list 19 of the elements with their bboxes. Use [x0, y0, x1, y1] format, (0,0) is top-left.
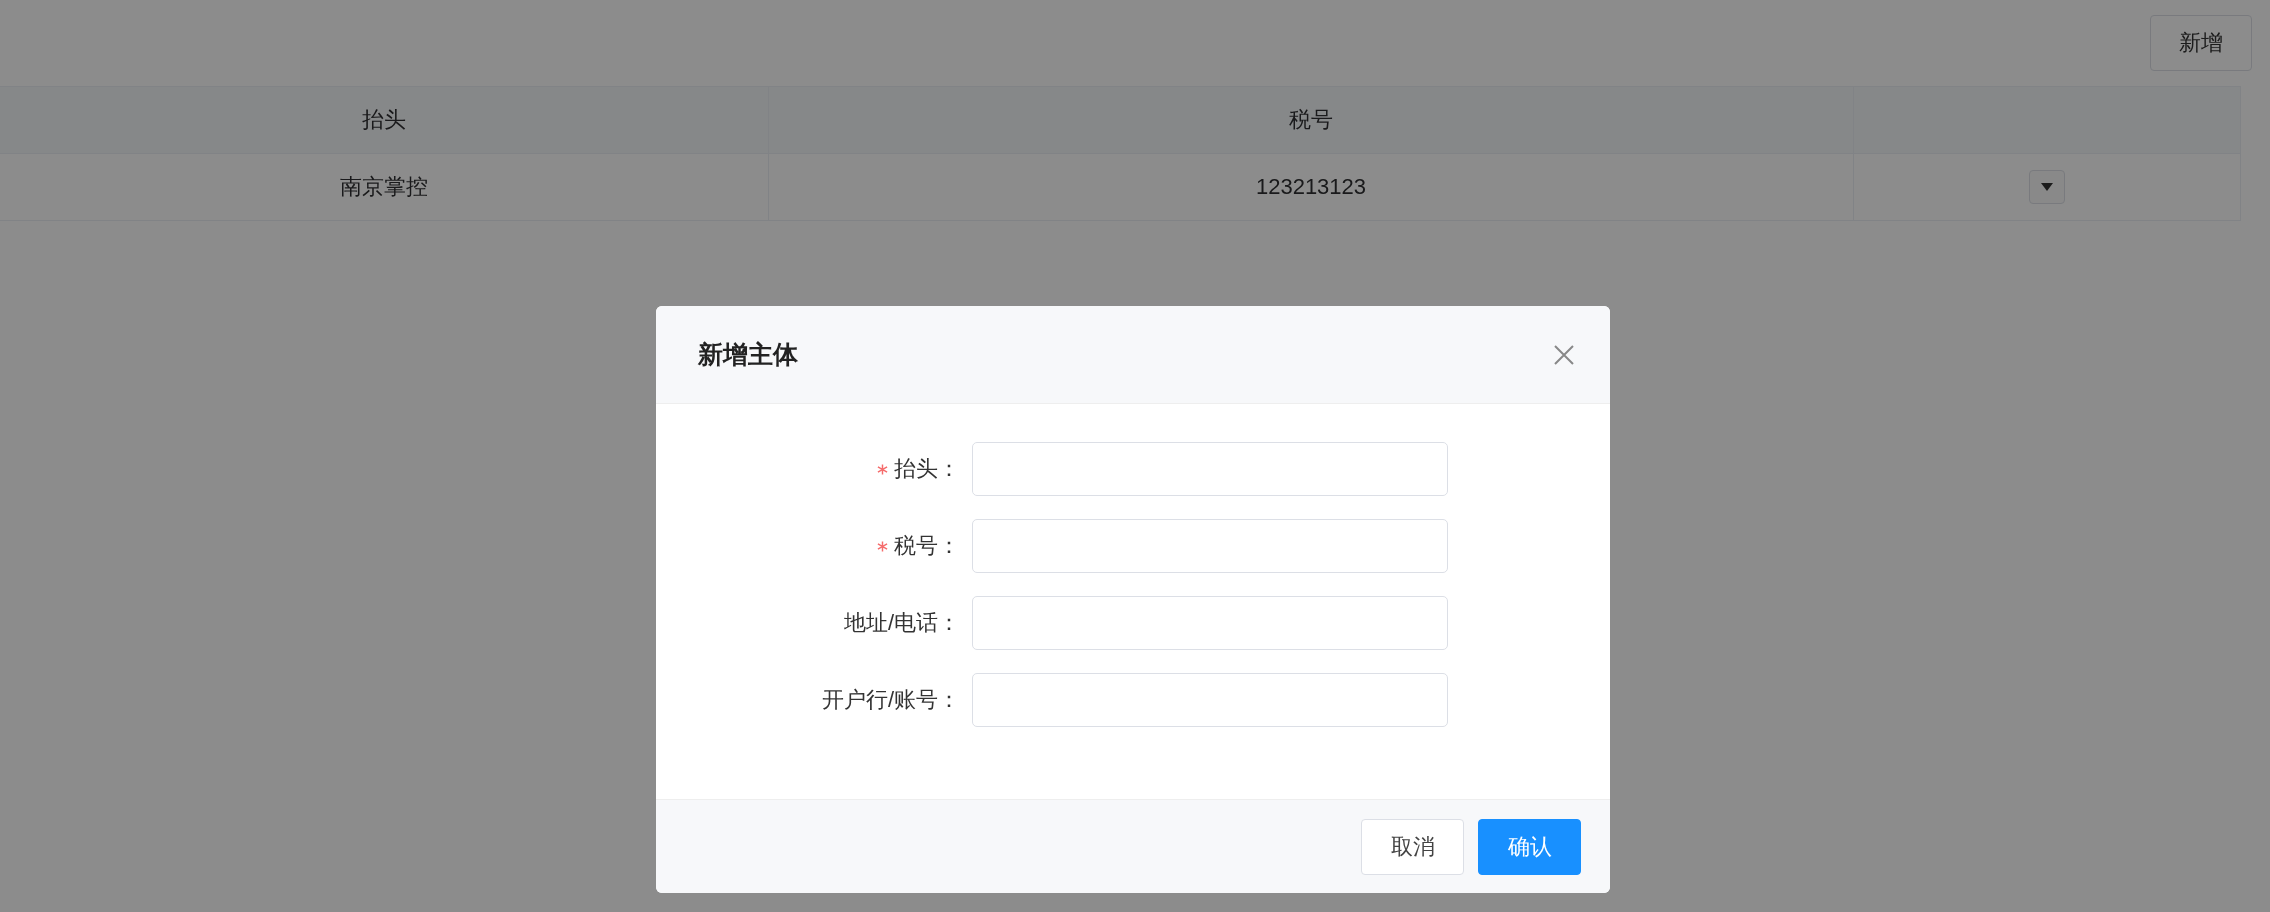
- close-icon[interactable]: [1553, 343, 1575, 366]
- input-field[interactable]: [972, 673, 1448, 727]
- add-button[interactable]: 新增: [2150, 15, 2252, 71]
- field-label: 地址/电话：: [843, 609, 960, 637]
- column-header: 抬头: [0, 87, 769, 153]
- confirm-button[interactable]: 确认: [1478, 818, 1581, 875]
- dialog-title: 新增主体: [698, 339, 798, 370]
- input-field[interactable]: [972, 442, 1448, 496]
- cancel-button[interactable]: 取消: [1361, 818, 1464, 875]
- table-cell: 123213123: [769, 154, 1854, 220]
- caret-icon: [2040, 182, 2054, 192]
- field-label: 开户行/账号：: [821, 686, 960, 714]
- input-field[interactable]: [972, 519, 1448, 573]
- field-label: 抬头：: [894, 455, 960, 483]
- input-field[interactable]: [972, 596, 1448, 650]
- dropdown-button[interactable]: [2029, 170, 2065, 204]
- column-header: 税号: [769, 87, 1854, 153]
- field-label: 税号：: [894, 532, 960, 560]
- table-cell: 南京掌控: [0, 154, 769, 220]
